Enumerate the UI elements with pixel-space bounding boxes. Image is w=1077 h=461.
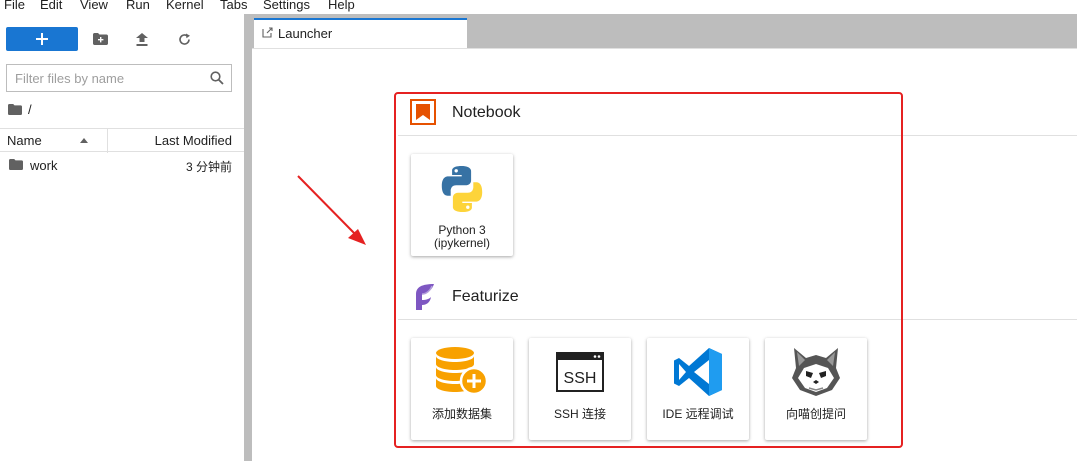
- tab-label: Launcher: [278, 26, 333, 41]
- notebook-icon: [410, 99, 436, 125]
- card-ide-remote-debug[interactable]: IDE 远程调试: [647, 338, 749, 440]
- notebook-section-title: Notebook: [452, 104, 521, 121]
- file-name: work: [30, 158, 58, 173]
- new-launcher-button[interactable]: [6, 27, 78, 51]
- breadcrumb-root[interactable]: /: [28, 102, 32, 117]
- filter-input[interactable]: [15, 70, 205, 86]
- upload-icon: [136, 32, 148, 46]
- folder-icon: [9, 159, 23, 170]
- tab-bar: Launcher: [252, 14, 1077, 48]
- upload-button[interactable]: [134, 31, 150, 47]
- column-name[interactable]: Name: [7, 133, 42, 148]
- ssh-terminal-icon: SSH: [556, 352, 604, 392]
- launcher-icon: [262, 27, 273, 38]
- menu-settings[interactable]: Settings: [263, 0, 310, 13]
- card-ide-label: IDE 远程调试: [662, 407, 734, 421]
- featurize-section-title: Featurize: [452, 288, 519, 305]
- file-browser: / Name Last Modified work 3 分钟前: [0, 14, 244, 461]
- file-row-work[interactable]: work 3 分钟前: [0, 155, 244, 177]
- menu-bar: File Edit View Run Kernel Tabs Settings …: [0, 0, 1077, 14]
- card-ask-cat[interactable]: 向喵创提问: [765, 338, 867, 440]
- launcher-panel: Notebook Python 3 (ipykernel) Featurize …: [252, 48, 1077, 461]
- svg-text:SSH: SSH: [564, 370, 597, 387]
- refresh-button[interactable]: [176, 31, 192, 47]
- card-add-dataset[interactable]: 添加数据集: [411, 338, 513, 440]
- section-divider: [398, 135, 1077, 136]
- folder-icon: [8, 104, 22, 115]
- card-ask-cat-label: 向喵创提问: [785, 407, 846, 421]
- featurize-icon: [416, 284, 434, 310]
- cat-mascot-icon: [792, 348, 840, 396]
- file-list-header: Name Last Modified: [0, 128, 244, 153]
- column-divider[interactable]: [107, 129, 108, 153]
- card-add-dataset-label: 添加数据集: [431, 407, 492, 421]
- menu-edit[interactable]: Edit: [40, 0, 62, 13]
- menu-run[interactable]: Run: [126, 0, 150, 13]
- menu-file[interactable]: File: [4, 0, 25, 13]
- new-folder-button[interactable]: [92, 31, 108, 47]
- database-add-icon: [436, 347, 489, 396]
- card-ssh-label: SSH 连接: [553, 407, 606, 421]
- card-python3[interactable]: Python 3 (ipykernel): [411, 154, 513, 256]
- refresh-icon: [178, 33, 190, 45]
- card-python3-line2: (ipykernel): [433, 236, 490, 250]
- new-folder-icon: [92, 33, 108, 45]
- menu-help[interactable]: Help: [328, 0, 355, 13]
- vscode-icon: [674, 348, 722, 396]
- tab-launcher[interactable]: Launcher: [254, 18, 467, 48]
- menu-tabs[interactable]: Tabs: [220, 0, 247, 13]
- sort-ascending-icon: [80, 138, 88, 143]
- panel-splitter[interactable]: [244, 14, 252, 461]
- python-icon: [441, 166, 483, 212]
- file-modified: 3 分钟前: [185, 160, 232, 174]
- column-last-modified[interactable]: Last Modified: [155, 133, 232, 148]
- menu-kernel[interactable]: Kernel: [166, 0, 204, 13]
- section-divider: [398, 319, 1077, 320]
- card-ssh[interactable]: SSH SSH 连接: [529, 338, 631, 440]
- plus-icon: [36, 33, 48, 45]
- menu-view[interactable]: View: [80, 0, 108, 13]
- filter-box: [6, 64, 232, 92]
- red-arrow-icon: [297, 175, 366, 245]
- search-icon: [210, 71, 224, 85]
- breadcrumb[interactable]: /: [8, 102, 32, 117]
